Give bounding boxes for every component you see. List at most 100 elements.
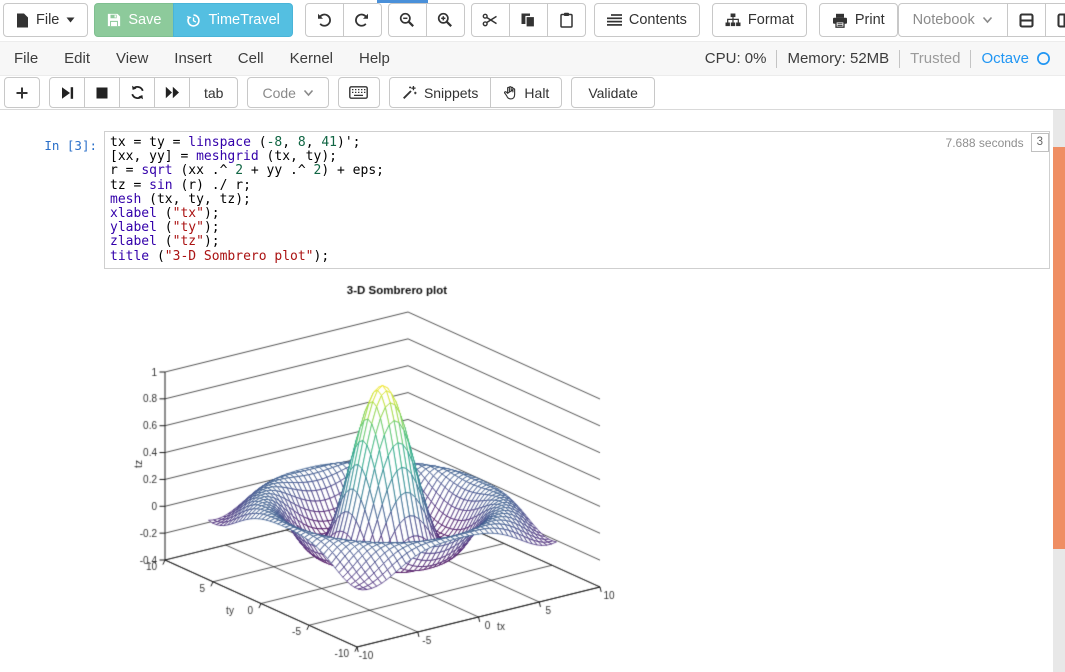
status-divider <box>899 50 900 68</box>
top-progress-indicator <box>377 0 428 3</box>
snippets-button-label: Snippets <box>424 85 478 101</box>
menu-help[interactable]: Help <box>359 50 390 67</box>
hand-paper-icon <box>503 85 517 100</box>
zoom-in-button[interactable] <box>426 3 465 37</box>
tab-button-label: tab <box>204 85 223 101</box>
window-controls-group: Notebook <box>898 3 1065 37</box>
exec-time-label: 7.688 seconds <box>946 136 1024 150</box>
copy-icon <box>520 12 536 28</box>
kernel-name: Octave <box>981 50 1029 67</box>
undo-redo-group <box>305 3 382 37</box>
stop-icon <box>96 87 108 99</box>
zoom-out-icon <box>399 12 415 28</box>
tab-button[interactable]: tab <box>189 77 238 108</box>
printer-icon <box>832 13 848 28</box>
sombrero-plot-canvas <box>118 278 678 672</box>
zoom-in-icon <box>437 12 453 28</box>
cell-input[interactable]: 7.688 seconds 3 tx = ty = linspace (-8, … <box>104 131 1050 269</box>
undo-button[interactable] <box>305 3 344 37</box>
snippets-button[interactable]: Snippets <box>389 77 491 108</box>
split-columns-button[interactable] <box>1045 3 1065 37</box>
caret-down-icon <box>303 89 314 97</box>
file-menu-label: File <box>36 12 59 28</box>
caret-down-icon <box>66 17 75 23</box>
file-icon <box>16 13 29 28</box>
cell-prompt: In [3]: <box>0 131 104 269</box>
zoom-out-button[interactable] <box>388 3 427 37</box>
status-area: CPU: 0% Memory: 52MB Trusted Octave <box>705 50 1051 68</box>
save-button-label: Save <box>128 12 161 28</box>
main-toolbar: File Save TimeTravel <box>0 0 1065 41</box>
scrollbar-thumb[interactable] <box>1053 147 1065 549</box>
step-forward-icon <box>61 86 74 100</box>
timetravel-button-label: TimeTravel <box>208 12 279 28</box>
insert-cell-button[interactable] <box>4 77 40 108</box>
run-group: tab <box>49 77 238 108</box>
save-button[interactable]: Save <box>94 3 174 37</box>
validate-button[interactable]: Validate <box>571 77 655 108</box>
execution-timing: 7.688 seconds 3 <box>946 133 1049 152</box>
contents-button-label: Contents <box>629 12 687 28</box>
sitemap-icon <box>725 13 741 27</box>
snippets-halt-group: Snippets Halt <box>389 77 562 108</box>
scissors-icon <box>482 12 498 28</box>
scrollbar-track[interactable] <box>1053 110 1065 672</box>
print-button-label: Print <box>855 12 885 28</box>
plus-icon <box>15 86 29 100</box>
clipboard-icon <box>559 12 574 28</box>
cpu-status: CPU: 0% <box>705 50 767 67</box>
fast-forward-icon <box>165 86 180 99</box>
run-all-button[interactable] <box>154 77 190 108</box>
magic-wand-icon <box>402 85 417 100</box>
restart-kernel-button[interactable] <box>119 77 155 108</box>
split-rows-icon <box>1019 13 1034 28</box>
validate-button-label: Validate <box>588 85 638 101</box>
split-rows-button[interactable] <box>1007 3 1046 37</box>
notebook-view-dropdown[interactable]: Notebook <box>898 3 1008 37</box>
menu-view[interactable]: View <box>116 50 148 67</box>
split-columns-icon <box>1057 13 1065 28</box>
code-editor[interactable]: tx = ty = linspace (-8, 8, 41)';[xx, yy]… <box>105 132 1049 268</box>
cell-output <box>118 278 1065 672</box>
cut-button[interactable] <box>471 3 510 37</box>
copy-button[interactable] <box>509 3 548 37</box>
zoom-group <box>388 3 465 37</box>
cell-type-dropdown[interactable]: Code <box>247 77 328 108</box>
kernel-circle-icon <box>1036 51 1051 66</box>
format-button[interactable]: Format <box>712 3 807 37</box>
stop-button[interactable] <box>84 77 120 108</box>
kernel-status[interactable]: Octave <box>981 50 1051 67</box>
clipboard-group <box>471 3 586 37</box>
contents-button[interactable]: Contents <box>594 3 700 37</box>
menu-kernel[interactable]: Kernel <box>290 50 333 67</box>
floppy-icon <box>107 13 121 27</box>
print-button[interactable]: Print <box>819 3 898 37</box>
notebook-area[interactable]: In [3]: 7.688 seconds 3 tx = ty = linspa… <box>0 110 1065 672</box>
keyboard-shortcuts-button[interactable] <box>338 77 380 108</box>
caret-down-icon <box>982 16 993 24</box>
format-button-label: Format <box>748 12 794 28</box>
halt-button-label: Halt <box>524 85 549 101</box>
menu-edit[interactable]: Edit <box>64 50 90 67</box>
file-menu-button[interactable]: File <box>3 3 88 37</box>
status-divider <box>776 50 777 68</box>
menu-cell[interactable]: Cell <box>238 50 264 67</box>
trusted-badge: Trusted <box>910 50 960 67</box>
run-cell-button[interactable] <box>49 77 85 108</box>
cell-type-label: Code <box>262 85 295 101</box>
keyboard-icon <box>349 86 368 99</box>
halt-button[interactable]: Halt <box>490 77 562 108</box>
history-icon <box>186 13 201 28</box>
menu-insert[interactable]: Insert <box>174 50 212 67</box>
timetravel-button[interactable]: TimeTravel <box>173 3 292 37</box>
menu-file[interactable]: File <box>14 50 38 67</box>
save-timetravel-group: Save TimeTravel <box>94 3 293 37</box>
contents-icon <box>607 13 622 27</box>
redo-button[interactable] <box>343 3 382 37</box>
paste-button[interactable] <box>547 3 586 37</box>
cell-toolbar: tab Code Snippets Halt Validate <box>0 76 1065 110</box>
notebook-view-label: Notebook <box>913 12 975 28</box>
redo-icon <box>354 12 370 28</box>
memory-status: Memory: 52MB <box>787 50 889 67</box>
status-divider <box>970 50 971 68</box>
